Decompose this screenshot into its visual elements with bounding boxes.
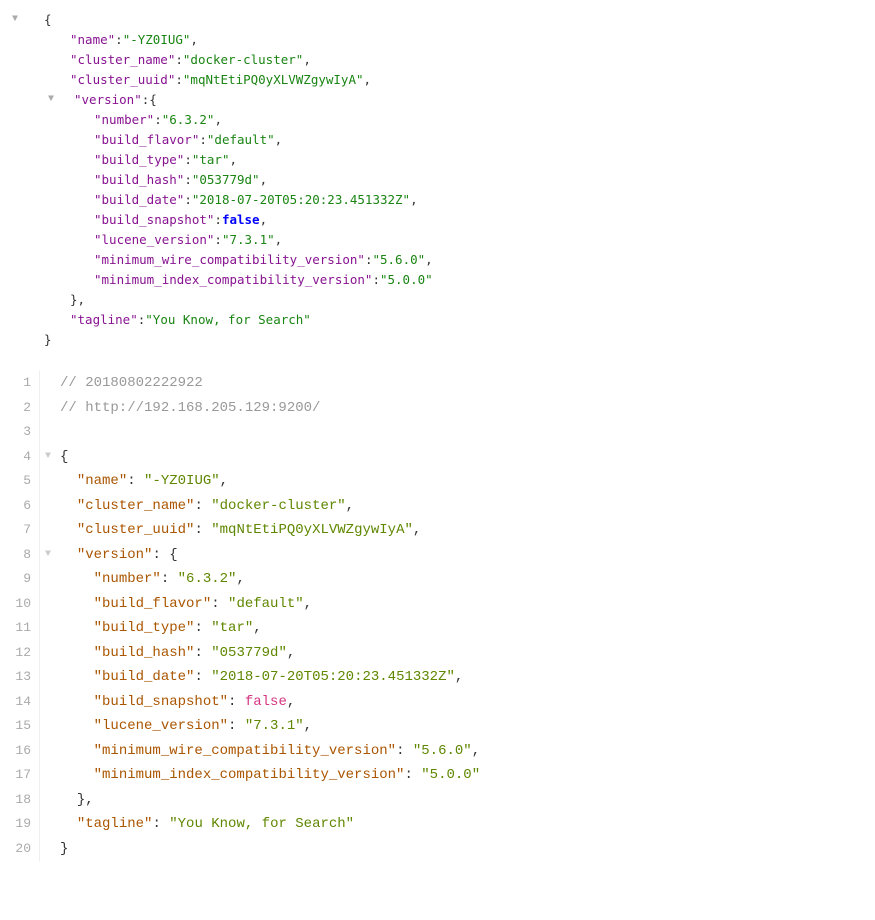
code-line: 9 "number": "6.3.2", — [0, 567, 875, 592]
line-number: 13 — [0, 665, 40, 690]
json-prop-cluster-uuid: "cluster_uuid": "mqNtEtiPQ0yXLVWZgywIyA"… — [10, 70, 875, 90]
line-number: 16 — [0, 739, 40, 764]
line-number: 10 — [0, 592, 40, 617]
line-number: 20 — [0, 837, 40, 862]
line-number: 18 — [0, 788, 40, 813]
line-number: 11 — [0, 616, 40, 641]
json-prop-tagline: "tagline": "You Know, for Search" — [10, 310, 875, 330]
collapse-toggle-icon[interactable]: ▼ — [10, 10, 20, 30]
code-line: 2// http://192.168.205.129:9200/ — [0, 396, 875, 421]
line-number: 2 — [0, 396, 40, 421]
code-line: 15 "lucene_version": "7.3.1", — [0, 714, 875, 739]
code-line: 3 — [0, 420, 875, 445]
collapse-toggle-icon[interactable]: ▼ — [46, 90, 56, 110]
code-line: 12 "build_hash": "053779d", — [0, 641, 875, 666]
line-number: 9 — [0, 567, 40, 592]
json-prop-min-wire: "minimum_wire_compatibility_version": "5… — [10, 250, 875, 270]
json-prop-lucene-version: "lucene_version": "7.3.1", — [10, 230, 875, 250]
line-number: 17 — [0, 763, 40, 788]
json-prop-version-open: ▼"version": { — [10, 90, 875, 110]
code-line: 17 "minimum_index_compatibility_version"… — [0, 763, 875, 788]
json-version-close: }, — [10, 290, 875, 310]
line-number: 4 — [0, 445, 40, 470]
json-prop-build-snapshot: "build_snapshot": false, — [10, 210, 875, 230]
json-root-open: ▼{ — [10, 10, 875, 30]
code-line: 5 "name": "-YZ0IUG", — [0, 469, 875, 494]
line-number: 12 — [0, 641, 40, 666]
code-line: 11 "build_type": "tar", — [0, 616, 875, 641]
json-root-close: } — [10, 330, 875, 350]
code-line: 18 }, — [0, 788, 875, 813]
fold-toggle-icon[interactable]: ▼ — [40, 543, 56, 568]
code-line: 16 "minimum_wire_compatibility_version":… — [0, 739, 875, 764]
line-number: 15 — [0, 714, 40, 739]
json-tree-view: ▼{ "name": "-YZ0IUG", "cluster_name": "d… — [0, 0, 875, 360]
code-line: 4▼{ — [0, 445, 875, 470]
json-prop-name: "name": "-YZ0IUG", — [10, 30, 875, 50]
line-number: 5 — [0, 469, 40, 494]
code-line: 1// 20180802222922 — [0, 371, 875, 396]
code-line: 19 "tagline": "You Know, for Search" — [0, 812, 875, 837]
line-number: 1 — [0, 371, 40, 396]
json-prop-build-hash: "build_hash": "053779d", — [10, 170, 875, 190]
json-prop-min-index: "minimum_index_compatibility_version": "… — [10, 270, 875, 290]
code-editor: 1// 20180802222922 2// http://192.168.20… — [0, 370, 875, 861]
code-line: 14 "build_snapshot": false, — [0, 690, 875, 715]
code-line: 8▼ "version": { — [0, 543, 875, 568]
code-line: 10 "build_flavor": "default", — [0, 592, 875, 617]
code-line: 6 "cluster_name": "docker-cluster", — [0, 494, 875, 519]
code-line: 13 "build_date": "2018-07-20T05:20:23.45… — [0, 665, 875, 690]
json-prop-build-flavor: "build_flavor": "default", — [10, 130, 875, 150]
line-number: 19 — [0, 812, 40, 837]
json-prop-cluster-name: "cluster_name": "docker-cluster", — [10, 50, 875, 70]
json-prop-number: "number": "6.3.2", — [10, 110, 875, 130]
fold-toggle-icon[interactable]: ▼ — [40, 445, 56, 470]
line-number: 7 — [0, 518, 40, 543]
line-number: 14 — [0, 690, 40, 715]
line-number: 6 — [0, 494, 40, 519]
json-prop-build-type: "build_type": "tar", — [10, 150, 875, 170]
code-line: 7 "cluster_uuid": "mqNtEtiPQ0yXLVWZgywIy… — [0, 518, 875, 543]
json-prop-build-date: "build_date": "2018-07-20T05:20:23.45133… — [10, 190, 875, 210]
code-line: 20} — [0, 837, 875, 862]
line-number: 3 — [0, 420, 40, 445]
line-number: 8 — [0, 543, 40, 568]
